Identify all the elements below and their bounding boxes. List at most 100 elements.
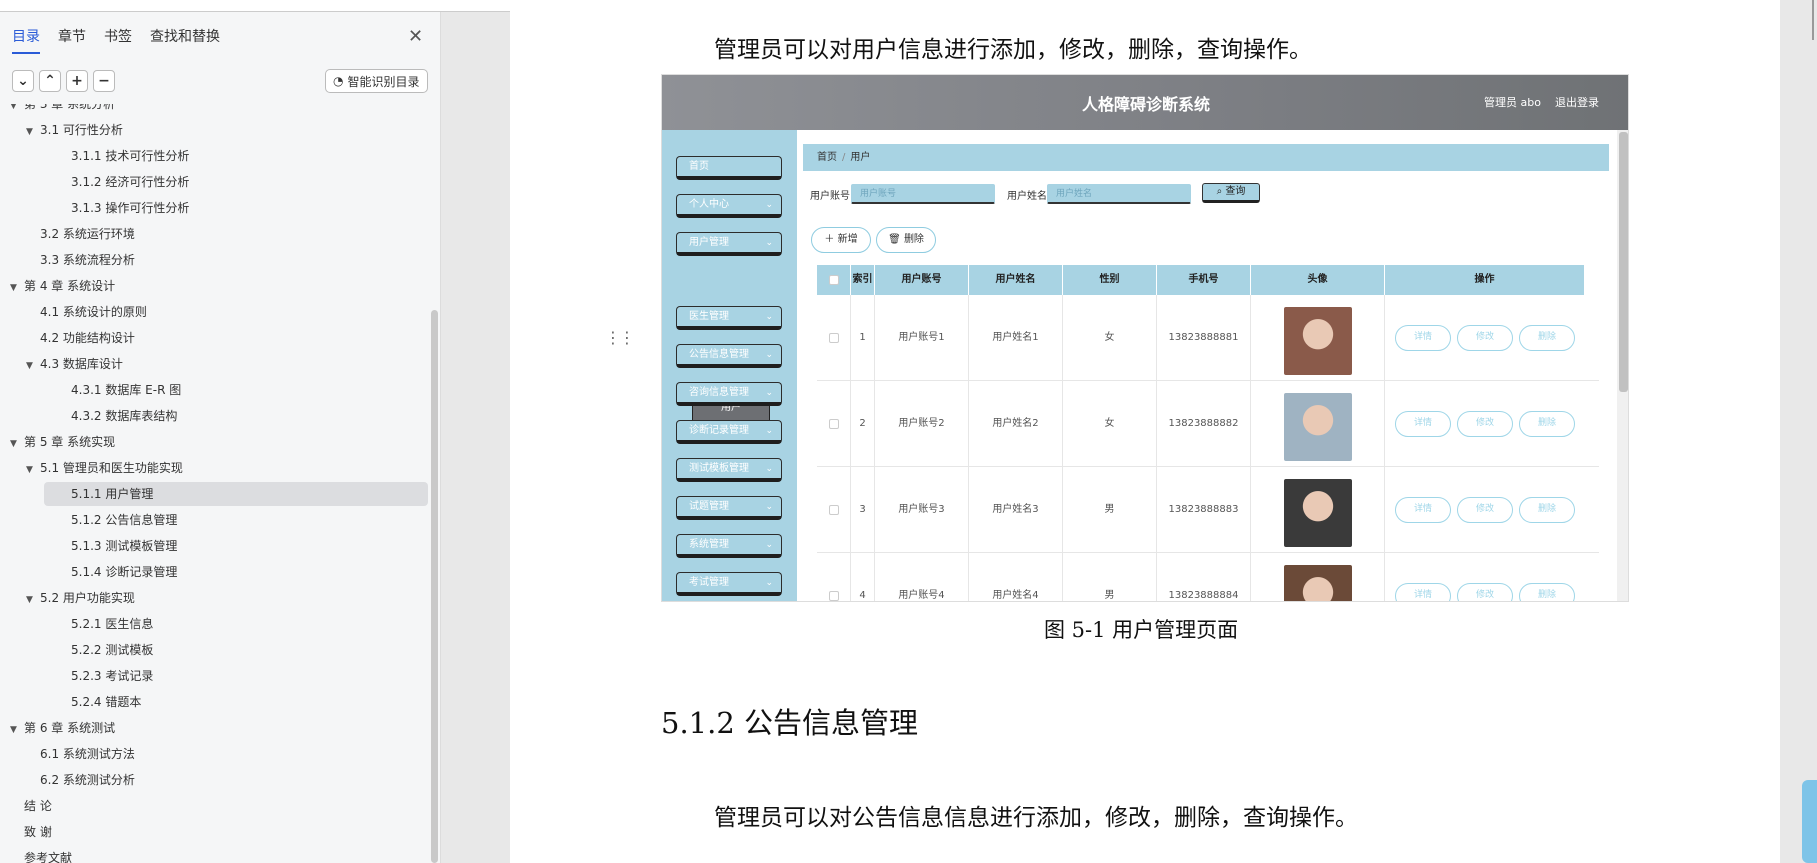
fig-cell-ops: 详情 修改 删除 (1385, 553, 1585, 601)
fig-edit-button: 修改 (1457, 411, 1513, 437)
toc-item[interactable]: 5.1.3 测试模板管理 (71, 534, 177, 558)
smart-toc-button[interactable]: ◔ 智能识别目录 (325, 69, 428, 93)
tab-find-replace[interactable]: 查找和替换 (150, 26, 220, 54)
toc-item[interactable]: ▼ 3.1 可行性分析 (26, 118, 123, 142)
expand-arrow-icon[interactable]: ▼ (26, 458, 40, 482)
toc-item-label: 3.1.2 经济可行性分析 (71, 175, 190, 189)
toc-item-label: 4.3.1 数据库 E-R 图 (71, 383, 182, 397)
expand-arrow-icon[interactable]: ▼ (10, 104, 24, 118)
fig-edit-button: 修改 (1457, 583, 1513, 601)
toc-item[interactable]: 参考文献 (24, 846, 72, 863)
expand-arrow-icon[interactable]: ▼ (10, 718, 24, 742)
fig-name-label: 用户姓名 (1007, 191, 1047, 202)
toc-item[interactable]: 5.1.4 诊断记录管理 (71, 560, 177, 584)
toc-item[interactable]: 4.2 功能结构设计 (40, 326, 135, 350)
fig-cell-index: 3 (851, 467, 875, 553)
section-heading[interactable]: 5.1.2 公告信息管理 (661, 700, 918, 742)
side-widget[interactable] (1802, 780, 1817, 863)
fig-menu-label: 系统管理 (689, 539, 729, 550)
figure-screenshot[interactable]: 人格障碍诊断系统 管理员 abo 退出登录 用户 首页 个人中心 ⌄ 用户管理 ⌄ 医生管… (661, 74, 1629, 602)
toc-item-label: 第 5 章 系统实现 (24, 435, 116, 449)
toc-item[interactable]: 3.2 系统运行环境 (40, 222, 135, 246)
fig-cell-gender: 女 (1063, 381, 1157, 467)
toc-item[interactable]: 3.1.2 经济可行性分析 (71, 170, 189, 194)
toc-item[interactable]: 5.2.2 测试模板 (71, 638, 153, 662)
toc-item-label: 3.3 系统流程分析 (40, 253, 135, 267)
toc-item-label: 4.2 功能结构设计 (40, 331, 135, 345)
toc-item[interactable]: 致 谢 (24, 820, 52, 844)
fig-main: 首页 / 用户 用户账号 用户账号 用户姓名 用户姓名 ⌕ 查询 ＋ 新增 🗑 删除… (797, 130, 1617, 601)
toc-item-label: 5.1 管理员和医生功能实现 (40, 461, 183, 475)
add-level-button[interactable]: + (66, 70, 88, 92)
fig-table-row: 3 用户账号3 用户姓名3 男 13823888883 详情 修改 删除 (817, 467, 1599, 553)
fig-user-label: 管理员 abo (1484, 96, 1541, 109)
toc-item[interactable]: 3.1.1 技术可行性分析 (71, 144, 189, 168)
fig-add-button: ＋ 新增 (811, 227, 871, 253)
remove-level-button[interactable]: − (93, 70, 115, 92)
toc-item[interactable]: 5.1.1 用户管理 (44, 482, 428, 506)
paragraph-2[interactable]: 管理员可以对公告信息信息进行添加，修改，删除，查询操作。 (714, 798, 1358, 832)
fig-cell-avatar (1251, 467, 1385, 553)
toc-item[interactable]: 4.3.2 数据库表结构 (71, 404, 177, 428)
collapse-up-button[interactable]: ⌃ (39, 70, 61, 92)
toc-item[interactable]: 6.1 系统测试方法 (40, 742, 135, 766)
fig-cell-name: 用户姓名1 (969, 295, 1063, 381)
fig-menu-item: 医生管理 ⌄ (676, 306, 782, 330)
toc-toolbar: ⌄ ⌃ + − (12, 70, 115, 92)
toc-item-label: 第 6 章 系统测试 (24, 721, 116, 735)
toc-item[interactable]: ▼ 4.3 数据库设计 (26, 352, 123, 376)
fig-cell-index: 4 (851, 553, 875, 601)
toc-item[interactable]: 3.3 系统流程分析 (40, 248, 135, 272)
toc-item[interactable]: ▼ 第 6 章 系统测试 (10, 716, 115, 740)
fig-cell-check (817, 295, 851, 381)
toc-item[interactable]: 结 论 (24, 794, 52, 818)
close-icon[interactable]: ✕ (408, 26, 423, 47)
toc-scrollbar[interactable] (431, 310, 438, 863)
smart-toc-label: 智能识别目录 (347, 74, 420, 89)
fig-menu-item: 诊断记录管理 ⌄ (676, 420, 782, 444)
tab-bookmarks[interactable]: 书签 (104, 26, 132, 54)
toc-item-label: 6.1 系统测试方法 (40, 747, 135, 761)
fig-column-header: 操作 (1385, 265, 1585, 295)
avatar (1284, 307, 1352, 375)
toc-item[interactable]: 5.2.4 错题本 (71, 690, 141, 714)
fig-sidebar: 用户 首页 个人中心 ⌄ 用户管理 ⌄ 医生管理 ⌄ 公告信息管理 ⌄ 咨询信息管理 ⌄ 诊断记录管理… (662, 130, 797, 601)
fig-search-button: ⌕ 查询 (1202, 183, 1260, 203)
chevron-down-icon: ⌄ (765, 200, 773, 210)
toc-item-label: 结 论 (24, 799, 52, 813)
toc-item-label: 5.1.4 诊断记录管理 (71, 565, 178, 579)
expand-arrow-icon[interactable]: ▼ (10, 276, 24, 300)
figure-caption[interactable]: 图 5-1 用户管理页面 (1044, 614, 1238, 644)
toc-item[interactable]: 4.3.1 数据库 E-R 图 (71, 378, 181, 402)
fig-cell-phone: 13823888883 (1157, 467, 1251, 553)
fig-column-header: 性别 (1063, 265, 1157, 295)
drag-handle-icon[interactable]: ⋮⋮ (605, 328, 635, 347)
toc-item[interactable]: 5.2.3 考试记录 (71, 664, 153, 688)
toc-item[interactable]: ▼ 第 4 章 系统设计 (10, 274, 115, 298)
fig-cell-ops: 详情 修改 删除 (1385, 295, 1585, 381)
toc-item[interactable]: 5.2.1 医生信息 (71, 612, 153, 636)
tab-chapters[interactable]: 章节 (58, 26, 86, 54)
toc-item[interactable]: 4.1 系统设计的原则 (40, 300, 147, 324)
toc-item[interactable]: ▼ 5.1 管理员和医生功能实现 (26, 456, 183, 480)
expand-arrow-icon[interactable]: ▼ (10, 432, 24, 456)
paragraph-1[interactable]: 管理员可以对用户信息进行添加，修改，删除，查询操作。 (714, 30, 1312, 64)
fig-edit-button: 修改 (1457, 497, 1513, 523)
fig-scrollbar (1617, 130, 1628, 601)
fig-delete-button: 删除 (1519, 325, 1575, 351)
fig-column-header: 手机号 (1157, 265, 1251, 295)
fig-cell-gender: 男 (1063, 553, 1157, 601)
toc-item[interactable]: 5.1.2 公告信息管理 (71, 508, 177, 532)
expand-arrow-icon[interactable]: ▼ (26, 120, 40, 144)
toc-item[interactable]: ▼ 第 3 章 系统分析 (10, 104, 115, 116)
collapse-down-button[interactable]: ⌄ (12, 70, 34, 92)
fig-menu-item: 个人中心 ⌄ (676, 194, 782, 218)
fig-column-header: 用户姓名 (969, 265, 1063, 295)
toc-item[interactable]: 6.2 系统测试分析 (40, 768, 135, 792)
toc-item[interactable]: ▼ 第 5 章 系统实现 (10, 430, 115, 454)
toc-item[interactable]: 3.1.3 操作可行性分析 (71, 196, 189, 220)
expand-arrow-icon[interactable]: ▼ (26, 354, 40, 378)
tab-toc[interactable]: 目录 (12, 26, 40, 54)
toc-item[interactable]: ▼ 5.2 用户功能实现 (26, 586, 135, 610)
expand-arrow-icon[interactable]: ▼ (26, 588, 40, 612)
